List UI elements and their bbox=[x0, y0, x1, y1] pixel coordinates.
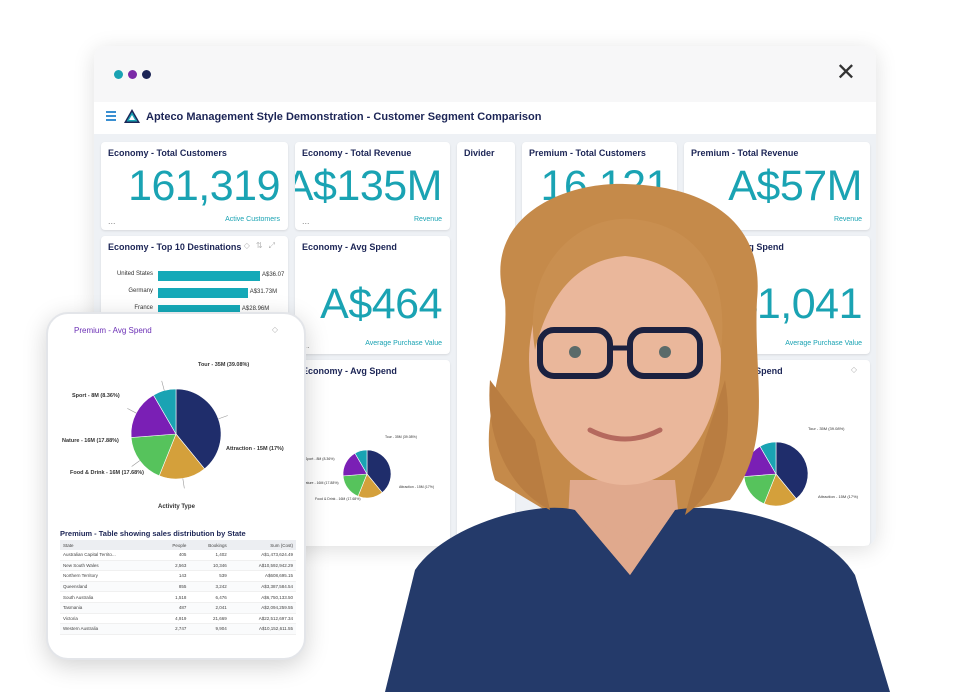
window-titlebar: ✕ bbox=[94, 46, 876, 102]
table-column-header[interactable]: People bbox=[156, 540, 190, 550]
pie-leader-line bbox=[131, 460, 140, 467]
bar-category-label: United States bbox=[116, 271, 153, 277]
more-options-icon[interactable]: ... bbox=[108, 216, 116, 226]
table-column-header[interactable]: Bookings bbox=[189, 540, 230, 550]
table-cell: 143 bbox=[156, 570, 190, 582]
card-economy-total-customers[interactable]: Economy - Total Customers 161,319 Active… bbox=[101, 142, 288, 230]
card-title: Economy - Top 10 Destinations bbox=[108, 242, 242, 252]
table-cell: 2,041 bbox=[189, 602, 230, 614]
pie-slice-label: Sport - 8M (8.36%) bbox=[305, 457, 335, 461]
table-title: Premium - Table showing sales distributi… bbox=[60, 529, 246, 538]
pie-slice-label: Attraction - 15M (17%) bbox=[226, 446, 284, 452]
table-row[interactable]: South Australia 1,518 6,476 A$6,750,133.50 bbox=[60, 591, 296, 603]
card-title: Economy - Total Revenue bbox=[302, 148, 412, 158]
tag-icon[interactable]: ◇ bbox=[272, 325, 278, 334]
table-cell: 2,747 bbox=[156, 623, 190, 635]
table-cell: 6,476 bbox=[189, 591, 230, 603]
table-row[interactable]: Northern Territory 143 539 A$608,695.15 bbox=[60, 570, 296, 582]
table-cell: 855 bbox=[156, 581, 190, 593]
table-cell: Australian Capital Territo... bbox=[60, 550, 157, 561]
close-icon[interactable]: ✕ bbox=[836, 61, 856, 85]
card-title: Premium - Total Customers bbox=[529, 148, 646, 158]
activity-pie-chart bbox=[127, 380, 228, 489]
table-cell: 2,563 bbox=[156, 560, 190, 572]
table-row[interactable]: Victoria 4,919 21,669 A$22,512,697.34 bbox=[60, 613, 296, 625]
card-toolbar-icons[interactable]: ◇⇅⤢ bbox=[244, 241, 281, 251]
bar-category-label: France bbox=[134, 305, 153, 311]
table-row[interactable]: Western Australia 2,747 9,904 A$10,152,611.… bbox=[60, 623, 296, 635]
bar-value-label: A$31.73M bbox=[249, 289, 278, 295]
table-row[interactable]: Queensland 855 3,242 A$3,387,584.54 bbox=[60, 581, 296, 593]
card-title: Divider bbox=[464, 148, 495, 158]
x-axis-label: Activity Type bbox=[158, 504, 195, 510]
table-cell: A$1,473,624.49 bbox=[229, 550, 296, 561]
bar-category-label: Germany bbox=[128, 288, 153, 294]
kpi-value: 161,319 bbox=[128, 162, 280, 210]
table-cell: 3,242 bbox=[189, 581, 230, 593]
table-cell: A$6,750,133.50 bbox=[229, 591, 296, 603]
table-cell: 9,904 bbox=[189, 623, 230, 635]
tablet-device: Premium - Avg Spend ◇ Tour - 35M (39.08%… bbox=[46, 312, 306, 660]
table-cell: Tasmania bbox=[60, 602, 157, 614]
table-cell: 487 bbox=[156, 602, 190, 614]
bar-value-label: A$36.07 bbox=[262, 272, 285, 278]
table-header-row: State People Bookings Sum (Cost) bbox=[60, 540, 296, 550]
bar[interactable] bbox=[158, 288, 248, 298]
chart-title: Premium - Avg Spend bbox=[74, 326, 152, 335]
apteco-logo bbox=[123, 108, 141, 131]
window-dot-purple bbox=[128, 70, 137, 79]
table-cell: 10,346 bbox=[189, 560, 230, 572]
app-header: Apteco Management Style Demonstration - … bbox=[94, 102, 876, 134]
pie-slice-label: Food & Drink - 16M (17.68%) bbox=[315, 497, 361, 501]
table-column-header[interactable]: Sum (Cost) bbox=[229, 540, 296, 550]
table-cell: 539 bbox=[189, 570, 230, 582]
table-cell: Western Australia bbox=[60, 623, 157, 635]
bar[interactable] bbox=[158, 271, 260, 281]
table-cell: 4,919 bbox=[156, 613, 190, 625]
table-row[interactable]: Tasmania 487 2,041 A$2,094,259.55 bbox=[60, 602, 296, 614]
table-cell: Northern Territory bbox=[60, 570, 157, 582]
table-cell: 1,518 bbox=[156, 591, 190, 603]
pie-slice-label: Sport - 8M (8.36%) bbox=[72, 393, 120, 399]
table-row[interactable]: Australian Capital Territo... 405 1,402 A$1… bbox=[60, 550, 296, 561]
more-options-icon[interactable]: ... bbox=[302, 216, 310, 226]
pie-leader-line bbox=[218, 415, 228, 420]
table-cell: New South Wales bbox=[60, 560, 157, 572]
table-column-header[interactable]: State bbox=[60, 540, 157, 550]
pie-leader-line bbox=[182, 478, 185, 489]
window-dot-teal bbox=[114, 70, 123, 79]
pie-slice-label: Food & Drink - 16M (17.68%) bbox=[70, 470, 144, 476]
table-cell: 21,669 bbox=[189, 613, 230, 625]
table-cell: 1,402 bbox=[189, 550, 230, 561]
card-title: Economy - Avg Spend bbox=[302, 366, 397, 376]
table-cell: A$608,695.15 bbox=[229, 570, 296, 582]
pie-slice-label: Nature - 16M (17.88%) bbox=[62, 438, 119, 444]
kpi-caption: Active Customers bbox=[225, 216, 280, 223]
sales-by-state-table: State People Bookings Sum (Cost) Australian… bbox=[60, 540, 296, 635]
card-title: Economy - Avg Spend bbox=[302, 242, 397, 252]
card-title: Premium - Total Revenue bbox=[691, 148, 799, 158]
table-cell: A$10,592,942.29 bbox=[229, 560, 296, 572]
woman-portrait-image bbox=[385, 183, 890, 692]
table-body: Australian Capital Territo... 405 1,402 A$1… bbox=[60, 550, 296, 635]
table-cell: A$3,387,584.54 bbox=[229, 581, 296, 593]
pie-slice-label: Nature - 16M (17.88%) bbox=[303, 481, 339, 485]
pie-leader-line bbox=[161, 380, 165, 391]
table-cell: A$10,152,611.55 bbox=[229, 623, 296, 635]
pie-slice-label: Tour - 35M (39.08%) bbox=[198, 362, 250, 368]
pie-leader-line bbox=[127, 408, 137, 414]
table-cell: 405 bbox=[156, 550, 190, 561]
table-cell: Queensland bbox=[60, 581, 157, 593]
menu-icon[interactable] bbox=[106, 111, 116, 123]
bar-row[interactable]: United States A$36.07 bbox=[101, 270, 285, 282]
bar-row[interactable]: Germany A$31.73M bbox=[101, 287, 283, 299]
page-title: Apteco Management Style Demonstration - … bbox=[146, 111, 542, 123]
table-cell: A$2,094,259.55 bbox=[229, 602, 296, 614]
table-cell: South Australia bbox=[60, 591, 157, 603]
table-cell: Victoria bbox=[60, 613, 157, 625]
table-cell: A$22,512,697.34 bbox=[229, 613, 296, 625]
window-dot-navy bbox=[142, 70, 151, 79]
table-row[interactable]: New South Wales 2,563 10,346 A$10,592,942.2… bbox=[60, 560, 296, 572]
card-title: Economy - Total Customers bbox=[108, 148, 227, 158]
